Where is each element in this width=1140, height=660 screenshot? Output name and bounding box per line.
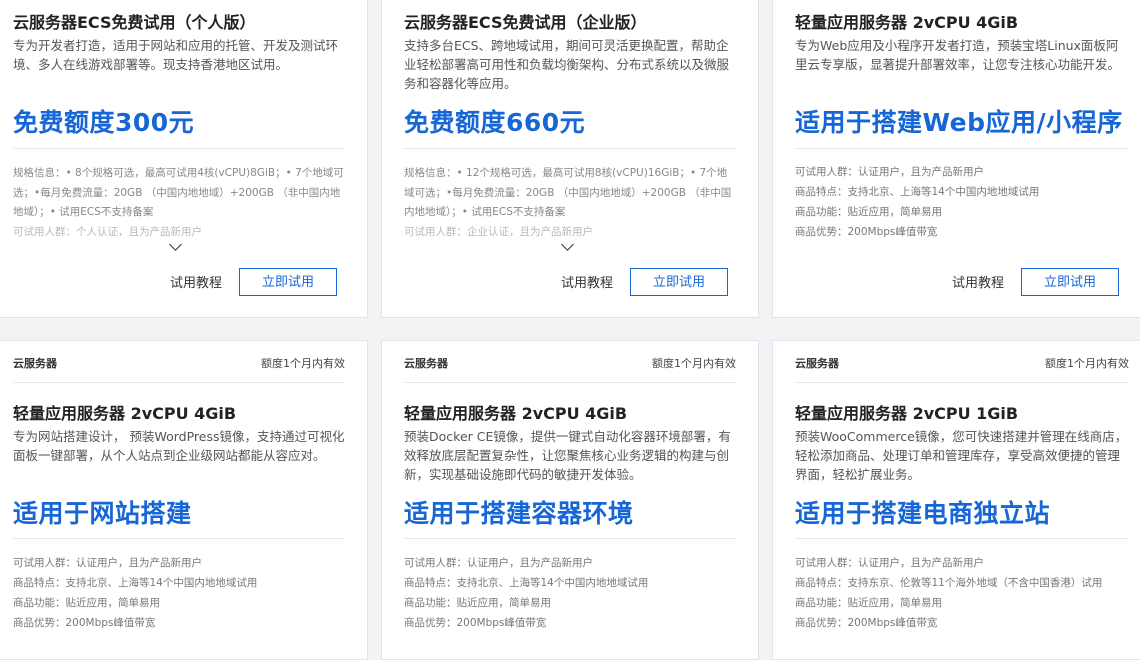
card-title: 轻量应用服务器 2vCPU 4GiB xyxy=(795,13,1019,32)
trial-card-ecommerce: 云服务器 额度1个月内有效 轻量应用服务器 2vCPU 1GiB 预装WooCo… xyxy=(772,340,1140,660)
try-now-button[interactable]: 立即试用 xyxy=(630,268,728,296)
spec-row: 商品特点：支持北京、上海等14个中国内地地域试用 xyxy=(795,186,1040,198)
spec-row: 商品优势：200Mbps峰值带宽 xyxy=(795,226,938,238)
card-title: 云服务器ECS免费试用（企业版） xyxy=(404,13,647,32)
card-description: 预装Docker CE镜像，提供一键式自动化容器环境部署，有效释放底层配置复杂性… xyxy=(404,429,731,482)
card-description: 专为Web应用及小程序开发者打造，预装宝塔Linux面板阿里云专享版，显著提升部… xyxy=(795,38,1121,72)
spec-row: 商品优势：200Mbps峰值带宽 xyxy=(404,617,547,629)
spec-row: 商品优势：200Mbps峰值带宽 xyxy=(795,617,938,629)
card-title: 轻量应用服务器 2vCPU 4GiB xyxy=(404,404,628,423)
card-description: 支持多台ECS、跨地域试用，期间可灵活更换配置，帮助企业轻松部署高可用性和负载均… xyxy=(404,38,730,91)
tutorial-link[interactable]: 试用教程 xyxy=(952,272,1004,291)
spec-row: 可试用人群：认证用户，且为产品新用户 xyxy=(795,166,984,178)
card-highlight: 适用于搭建容器环境 xyxy=(404,499,634,528)
trial-card-website: 云服务器 额度1个月内有效 轻量应用服务器 2vCPU 4GiB 专为网站搭建设… xyxy=(0,340,368,660)
spec-list: 可试用人群：认证用户，且为产品新用户 商品特点：支持北京、上海等14个中国内地地… xyxy=(13,553,345,633)
card-highlight: 免费额度660元 xyxy=(404,108,586,137)
trial-card-container: 云服务器 额度1个月内有效 轻量应用服务器 2vCPU 4GiB 预装Docke… xyxy=(381,340,759,660)
category-label: 云服务器 xyxy=(404,357,448,370)
spec-row: 商品功能：贴近应用，简单易用 xyxy=(795,597,942,609)
tutorial-link[interactable]: 试用教程 xyxy=(170,272,222,291)
divider xyxy=(13,148,345,149)
validity-label: 额度1个月内有效 xyxy=(652,357,736,370)
spec-list: 可试用人群：认证用户，且为产品新用户 商品特点：支持北京、上海等14个中国内地地… xyxy=(404,553,736,633)
divider xyxy=(795,538,1129,539)
spec-row: 可试用人群：认证用户，且为产品新用户 xyxy=(795,557,984,569)
try-now-button[interactable]: 立即试用 xyxy=(239,268,337,296)
spec-row: 商品功能：贴近应用，简单易用 xyxy=(404,597,551,609)
trial-card-ecs-personal: 云服务器ECS免费试用（个人版） 专为开发者打造，适用于网站和应用的托管、开发及… xyxy=(0,0,368,318)
spec-info: 规格信息：• 12个规格可选，最高可试用8核(vCPU)16GiB；• 7个地域… xyxy=(404,167,732,218)
card-highlight: 免费额度300元 xyxy=(13,108,195,137)
card-highlight: 适用于搭建电商独立站 xyxy=(795,499,1051,528)
card-title: 云服务器ECS免费试用（个人版） xyxy=(13,13,256,32)
spec-row: 商品特点：支持北京、上海等14个中国内地地域试用 xyxy=(13,577,258,589)
trial-card-ecs-enterprise: 云服务器ECS免费试用（企业版） 支持多台ECS、跨地域试用，期间可灵活更换配置… xyxy=(381,0,759,318)
card-title: 轻量应用服务器 2vCPU 4GiB xyxy=(13,404,237,423)
spec-list: 可试用人群：认证用户，且为产品新用户 商品特点：支持北京、上海等14个中国内地地… xyxy=(795,162,1129,242)
divider xyxy=(795,148,1129,149)
spec-audience: 可试用人群：企业认证，且为产品新用户 xyxy=(404,226,593,238)
try-now-button[interactable]: 立即试用 xyxy=(1021,268,1119,296)
spec-row: 商品功能：贴近应用，简单易用 xyxy=(13,597,160,609)
card-description: 专为开发者打造，适用于网站和应用的托管、开发及测试环境、多人在线游戏部署等。现支… xyxy=(13,38,339,72)
category-label: 云服务器 xyxy=(13,357,57,370)
category-label: 云服务器 xyxy=(795,357,839,370)
divider xyxy=(404,382,736,383)
spec-info: 规格信息：• 8个规格可选，最高可试用4核(vCPU)8GiB；• 7个地域可选… xyxy=(13,167,344,218)
divider xyxy=(404,538,736,539)
card-description: 专为网站搭建设计， 预装WordPress镜像，支持通过可视化面板一键部署，从个… xyxy=(13,429,345,463)
card-highlight: 适用于网站搭建 xyxy=(13,499,192,528)
validity-label: 额度1个月内有效 xyxy=(261,357,345,370)
spec-audience: 可试用人群：个人认证，且为产品新用户 xyxy=(13,226,202,238)
tutorial-link[interactable]: 试用教程 xyxy=(561,272,613,291)
spec-row: 商品功能：贴近应用，简单易用 xyxy=(795,206,942,218)
validity-label: 额度1个月内有效 xyxy=(1045,357,1129,370)
spec-row: 商品优势：200Mbps峰值带宽 xyxy=(13,617,156,629)
divider xyxy=(13,538,345,539)
spec-row: 商品特点：支持东京、伦敦等11个海外地域（不含中国香港）试用 xyxy=(795,577,1103,589)
card-description: 预装WooCommerce镜像，您可快速搭建并管理在线商店，轻松添加商品、处理订… xyxy=(795,429,1128,482)
divider xyxy=(13,382,345,383)
spec-row: 可试用人群：认证用户，且为产品新用户 xyxy=(13,557,202,569)
trial-card-lightweight-web: 轻量应用服务器 2vCPU 4GiB 专为Web应用及小程序开发者打造，预装宝塔… xyxy=(772,0,1140,318)
spec-list: 可试用人群：认证用户，且为产品新用户 商品特点：支持东京、伦敦等11个海外地域（… xyxy=(795,553,1129,633)
card-title: 轻量应用服务器 2vCPU 1GiB xyxy=(795,404,1019,423)
spec-row: 商品特点：支持北京、上海等14个中国内地地域试用 xyxy=(404,577,649,589)
divider xyxy=(795,382,1129,383)
spec-row: 可试用人群：认证用户，且为产品新用户 xyxy=(404,557,593,569)
divider xyxy=(404,148,736,149)
card-highlight: 适用于搭建Web应用/小程序 xyxy=(795,108,1123,137)
